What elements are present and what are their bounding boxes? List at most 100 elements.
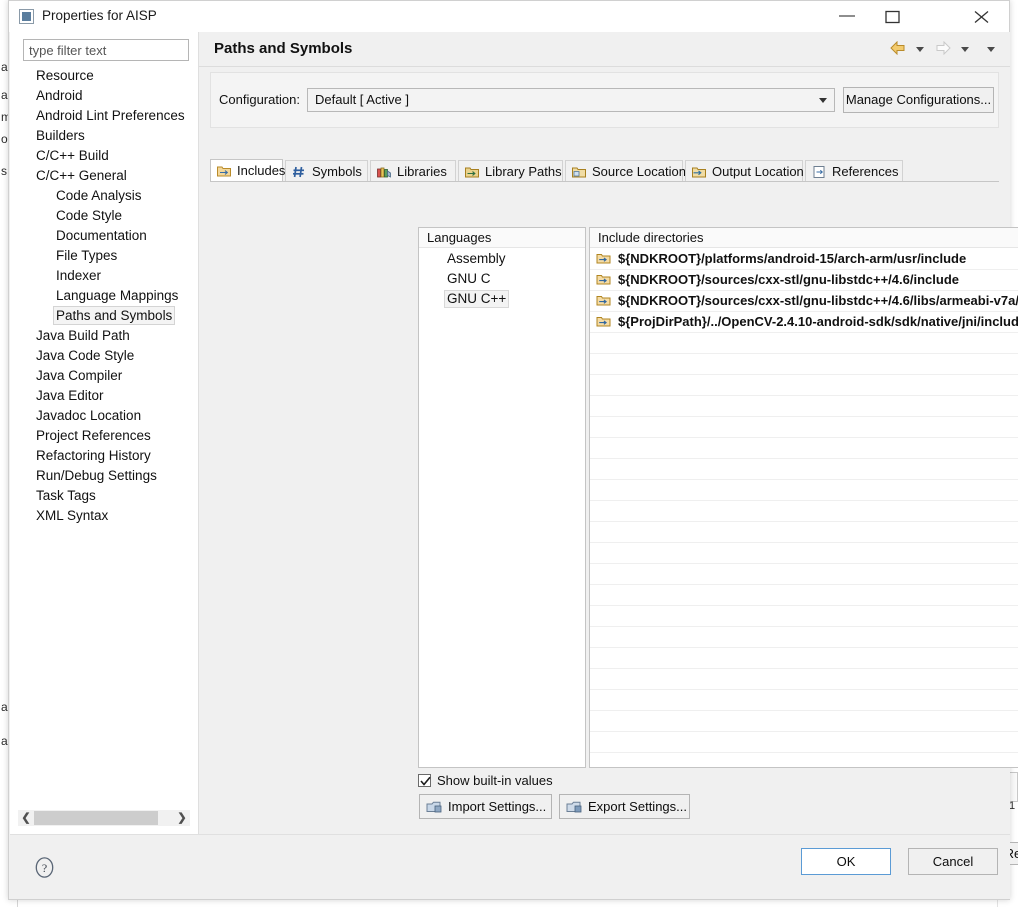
forward-arrow-icon	[935, 40, 951, 58]
include-directory-row[interactable]: ${NDKROOT}/sources/cxx-stl/gnu-libstdc++…	[590, 291, 1018, 312]
include-directory-empty-row	[590, 333, 1018, 354]
include-folder-icon	[596, 272, 611, 293]
sidebar-item-label: C/C++ Build	[36, 148, 109, 163]
preference-tree[interactable]: Resource Android Android Lint Preferences B…	[10, 66, 198, 801]
filter-input[interactable]	[23, 39, 189, 61]
sidebar-item-indexer[interactable]: Indexer	[10, 266, 198, 286]
include-directory-empty-row	[590, 459, 1018, 480]
sidebar-item-file-types[interactable]: File Types	[10, 246, 198, 266]
books-library-icon	[376, 164, 392, 180]
language-label: GNU C	[447, 271, 491, 286]
language-item[interactable]: GNU C	[419, 269, 585, 289]
configuration-label: Configuration:	[219, 92, 300, 107]
sidebar-item-label: Javadoc Location	[36, 408, 142, 423]
manage-configurations-button[interactable]: Manage Configurations...	[843, 87, 994, 113]
include-directory-row[interactable]: ${ProjDirPath}/../OpenCV-2.4.10-android-…	[590, 312, 1018, 333]
sidebar-item-java-code-style[interactable]: Java Code Style	[10, 346, 198, 366]
sidebar-item-code-style[interactable]: Code Style	[10, 206, 198, 226]
sidebar-item-android[interactable]: Android	[10, 86, 198, 106]
include-directories-header: Include directories	[590, 228, 1018, 248]
language-item[interactable]: GNU C++	[419, 289, 585, 309]
sidebar-item-refactoring-history[interactable]: Refactoring History	[10, 446, 198, 466]
sidebar-item-task-tags[interactable]: Task Tags	[10, 486, 198, 506]
includes-folder-icon	[216, 163, 232, 179]
include-directory-row[interactable]: ${NDKROOT}/platforms/android-15/arch-arm…	[590, 249, 1018, 270]
navigation-controls[interactable]	[889, 40, 1003, 58]
tab-strip[interactable]: Includes Symbols Libraries Library Paths Sou…	[210, 159, 999, 182]
sidebar-item-java-compiler[interactable]: Java Compiler	[10, 366, 198, 386]
include-directories-rows[interactable]: ${NDKROOT}/platforms/android-15/arch-arm…	[590, 249, 1018, 767]
scroll-left-icon[interactable]: ❮	[18, 810, 34, 826]
tab-output-location[interactable]: Output Location	[685, 160, 804, 182]
sidebar-item-javadoc-location[interactable]: Javadoc Location	[10, 406, 198, 426]
back-arrow-icon[interactable]	[889, 40, 906, 58]
sidebar-item-android-lint-preferences[interactable]: Android Lint Preferences	[10, 106, 198, 126]
sidebar-item-project-references[interactable]: Project References	[10, 426, 198, 446]
include-directories-listbox[interactable]: Include directories ${NDKROOT}/platforms…	[589, 227, 1018, 768]
configuration-select[interactable]: Default [ Active ]	[307, 88, 835, 112]
sidebar-item-run-debug-settings[interactable]: Run/Debug Settings	[10, 466, 198, 486]
sidebar-item-paths-and-symbols[interactable]: Paths and Symbols	[10, 306, 198, 326]
checkbox-box[interactable]	[418, 774, 431, 787]
forward-history-caret-icon[interactable]	[961, 47, 970, 53]
sidebar-item-code-analysis[interactable]: Code Analysis	[10, 186, 198, 206]
tab-source-location[interactable]: Source Location	[565, 160, 686, 182]
sidebar-item-builders[interactable]: Builders	[10, 126, 198, 146]
include-directory-path: ${NDKROOT}/sources/cxx-stl/gnu-libstdc++…	[618, 272, 959, 287]
tab-label: References	[832, 164, 899, 179]
sidebar-item-resource[interactable]: Resource	[10, 66, 198, 86]
sidebar-item-label: Language Mappings	[56, 288, 179, 303]
background-text-fragment: o	[1, 132, 8, 146]
sidebar-item-documentation[interactable]: Documentation	[10, 226, 198, 246]
sidebar-item-label: C/C++ General	[36, 168, 127, 183]
include-directory-empty-row	[590, 438, 1018, 459]
minimize-button[interactable]	[824, 1, 870, 31]
cancel-button[interactable]: Cancel	[908, 848, 998, 875]
include-directory-row[interactable]: ${NDKROOT}/sources/cxx-stl/gnu-libstdc++…	[590, 270, 1018, 291]
show-builtin-values-label: Show built-in values	[437, 773, 553, 788]
dialog-titlebar: Properties for AISP	[9, 1, 1009, 32]
scrollbar-thumb[interactable]	[34, 811, 158, 825]
sidebar-item-c-c-general[interactable]: C/C++ General	[10, 166, 198, 186]
dialog-title: Properties for AISP	[42, 8, 157, 23]
sidebar-item-label: Java Compiler	[36, 368, 123, 383]
tab-label: Output Location	[712, 164, 804, 179]
sidebar-item-language-mappings[interactable]: Language Mappings	[10, 286, 198, 306]
background-text-fragment: s	[1, 164, 7, 178]
properties-content-pane: Paths and Symbols Configuration: Default…	[199, 32, 1018, 865]
maximize-button[interactable]	[870, 1, 916, 31]
import-settings-button[interactable]: Import Settings...	[419, 794, 552, 819]
include-folder-icon	[596, 251, 611, 272]
tab-includes[interactable]: Includes	[210, 159, 285, 182]
properties-dialog: Properties for AISP Resource Android Andro…	[8, 0, 1018, 900]
language-item[interactable]: Assembly	[419, 249, 585, 269]
sidebar-item-java-editor[interactable]: Java Editor	[10, 386, 198, 406]
include-directory-empty-row	[590, 648, 1018, 669]
view-menu-icon[interactable]	[987, 47, 995, 53]
export-settings-button[interactable]: Export Settings...	[559, 794, 690, 819]
help-icon[interactable]: ?	[33, 856, 56, 879]
tree-horizontal-scrollbar[interactable]: ❮ ❯	[18, 810, 190, 826]
sidebar-item-xml-syntax[interactable]: XML Syntax	[10, 506, 198, 526]
tab-libraries[interactable]: Libraries	[370, 160, 456, 182]
tab-references[interactable]: References	[805, 160, 903, 182]
tab-symbols[interactable]: Symbols	[285, 160, 368, 182]
language-label: Assembly	[447, 251, 506, 266]
tab-label: Symbols	[312, 164, 362, 179]
include-directory-empty-row	[590, 375, 1018, 396]
back-history-caret-icon[interactable]	[916, 47, 925, 53]
sidebar-item-label: Code Style	[56, 208, 123, 223]
ok-button[interactable]: OK	[801, 848, 891, 875]
sidebar-item-java-build-path[interactable]: Java Build Path	[10, 326, 198, 346]
sidebar-item-label: Android Lint Preferences	[36, 108, 185, 123]
output-location-folder-icon	[691, 164, 707, 180]
include-directory-empty-row	[590, 354, 1018, 375]
languages-rows[interactable]: Assembly GNU C GNU C++	[419, 249, 585, 309]
export-settings-icon	[566, 799, 583, 822]
sidebar-item-label: Code Analysis	[56, 188, 142, 203]
tab-library-paths[interactable]: Library Paths	[458, 160, 563, 182]
languages-listbox[interactable]: Languages Assembly GNU C GNU C++	[418, 227, 586, 768]
scroll-right-icon[interactable]: ❯	[174, 810, 190, 826]
sidebar-item-c-c-build[interactable]: C/C++ Build	[10, 146, 198, 166]
close-button[interactable]	[958, 1, 1008, 31]
